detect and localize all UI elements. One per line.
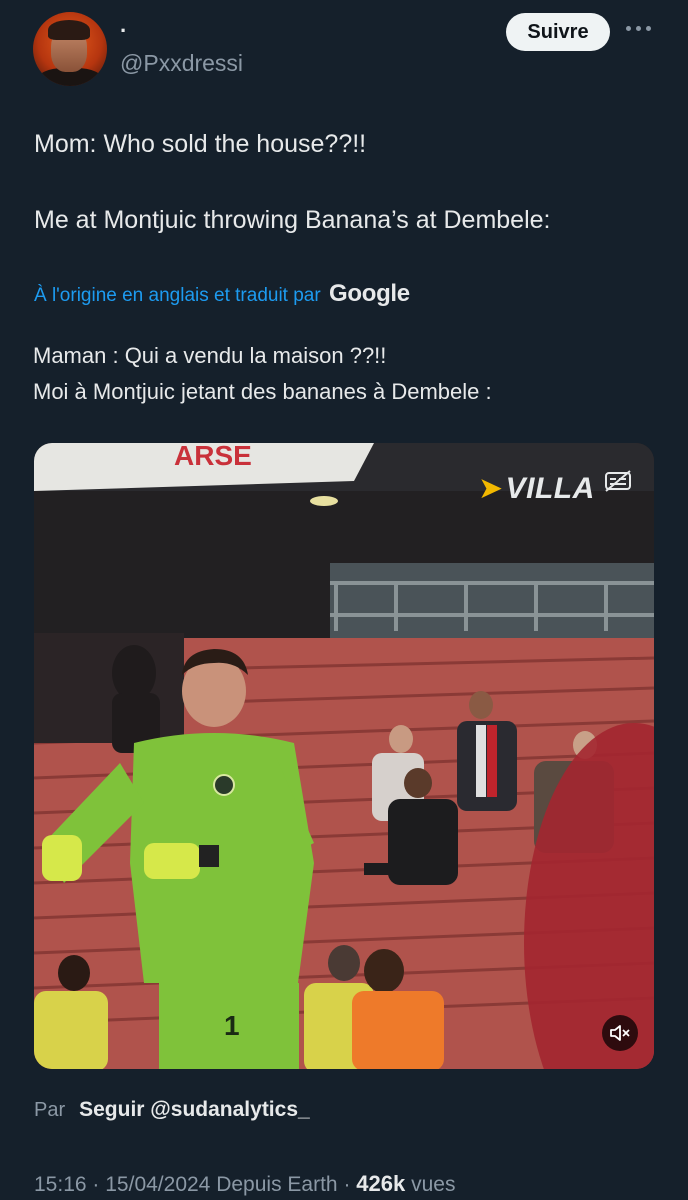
follow-button[interactable]: Suivre	[506, 13, 610, 51]
tweet-source: Depuis Earth	[216, 1173, 338, 1196]
translation-note-text: À l'origine en anglais et traduit par	[34, 285, 321, 306]
views-label: vues	[411, 1173, 456, 1196]
media-attribution: Par Seguir @sudanalytics_	[34, 1098, 310, 1122]
attribution-prefix: Par	[34, 1099, 66, 1121]
shirt-number: 1	[224, 1010, 240, 1041]
tweet-line-1: Mom: Who sold the house??!!	[34, 130, 367, 158]
translated-line-1: Maman : Qui a vendu la maison ??!!	[33, 343, 387, 368]
tweet-date[interactable]: 15/04/2024	[105, 1173, 210, 1196]
translated-line-2: Moi à Montjuic jetant des bananes à Demb…	[33, 379, 492, 404]
video-frame: ARSE 1	[34, 443, 654, 1069]
translated-text: Maman : Qui a vendu la maison ??!! Moi à…	[33, 338, 663, 410]
author-display-name[interactable]: ·	[120, 18, 127, 44]
translation-note[interactable]: À l'origine en anglais et traduit par Go…	[34, 280, 410, 308]
attribution-link[interactable]: Seguir @sudanalytics_	[79, 1098, 310, 1121]
tweet-text: Mom: Who sold the house??!! Me at Montju…	[34, 128, 664, 237]
mute-button[interactable]	[602, 1015, 638, 1051]
villa-watermark-text: VILLA	[505, 472, 595, 505]
tweet-line-2: Me at Montjuic throwing Banana’s at Demb…	[34, 206, 551, 234]
villa-logo-icon: ➤	[478, 472, 504, 505]
tweet-metadata: 15:16 · 15/04/2024 Depuis Earth · 426k v…	[34, 1171, 455, 1197]
views-count: 426k	[356, 1171, 406, 1196]
meta-separator: ·	[343, 1173, 351, 1196]
tweet-time[interactable]: 15:16	[34, 1173, 87, 1196]
author-avatar[interactable]	[33, 12, 107, 86]
speaker-muted-icon	[610, 1025, 630, 1041]
meta-separator: ·	[92, 1173, 100, 1196]
captions-icon[interactable]	[604, 469, 632, 493]
author-handle[interactable]: @Pxxdressi	[120, 50, 243, 77]
avatar-hair	[48, 20, 90, 40]
tweet-header: · @Pxxdressi Suivre	[0, 0, 688, 100]
more-options-icon[interactable]	[624, 18, 654, 38]
stadium-sign-text: ARSE	[174, 443, 252, 471]
google-logo: Google	[328, 280, 410, 307]
villa-watermark: ➤VILLA	[478, 471, 595, 506]
video-player[interactable]: ARSE 1 ➤VILLA	[34, 443, 654, 1069]
